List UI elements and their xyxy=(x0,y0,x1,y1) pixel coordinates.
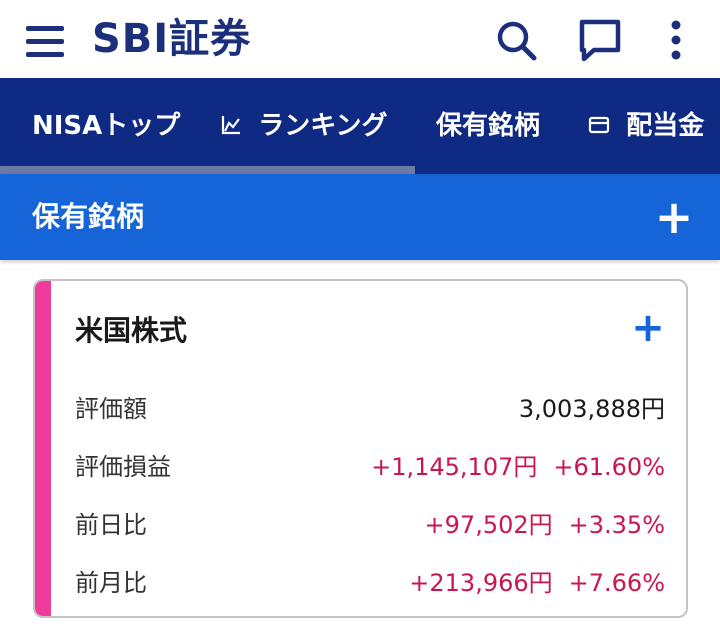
row-value: 3,003,888円 xyxy=(519,389,665,429)
card-icon xyxy=(588,111,618,141)
app-header: SBI証券 xyxy=(0,0,720,78)
row-label: 評価額 xyxy=(75,395,147,423)
row-month-change: 前月比 +213,966円 +7.66% xyxy=(75,563,665,603)
row-value: +97,502円 +3.35% xyxy=(425,505,665,545)
search-icon[interactable] xyxy=(492,16,540,64)
tab-label: NISAトップ xyxy=(32,111,181,141)
day-change-amount: +97,502円 xyxy=(424,511,553,539)
active-tab-indicator xyxy=(0,166,415,174)
card-title: 米国株式 xyxy=(75,314,188,347)
pnl-percent: +61.60% xyxy=(553,453,665,481)
row-value: +213,966円 +7.66% xyxy=(409,563,665,603)
section-header: 保有銘柄 + xyxy=(0,174,720,260)
nav-tabs: NISAトップ ランキング 保有銘柄 配当金 xyxy=(0,78,720,174)
us-stocks-card[interactable]: 米国株式 + 評価額 3,003,888円 評価損益 +1,145,107円 +6… xyxy=(33,279,688,618)
row-value: +1,145,107円 +61.60% xyxy=(371,447,665,487)
day-change-percent: +3.35% xyxy=(568,511,665,539)
tab-holdings[interactable]: 保有銘柄 xyxy=(436,78,540,174)
month-change-percent: +7.66% xyxy=(568,569,665,597)
sbi-logo[interactable]: SBI証券 xyxy=(92,12,251,66)
more-vert-icon[interactable] xyxy=(652,16,700,64)
chat-icon[interactable] xyxy=(576,16,624,64)
menu-icon-bar xyxy=(26,52,64,57)
menu-icon-bar xyxy=(26,39,64,44)
tab-label: ランキング xyxy=(258,111,388,141)
section-title: 保有銘柄 xyxy=(32,200,145,233)
expand-card-button[interactable]: + xyxy=(627,307,669,349)
row-unrealized-pnl: 評価損益 +1,145,107円 +61.60% xyxy=(75,447,665,487)
row-valuation: 評価額 3,003,888円 xyxy=(75,389,665,429)
row-label: 前日比 xyxy=(75,511,147,539)
chart-icon xyxy=(220,111,250,141)
tab-nisa-top[interactable]: NISAトップ xyxy=(32,78,180,174)
valuation-amount: 3,003,888円 xyxy=(518,395,665,423)
row-label: 評価損益 xyxy=(75,453,171,481)
menu-icon-bar xyxy=(26,26,64,31)
menu-icon[interactable] xyxy=(26,24,66,58)
add-holding-button[interactable]: + xyxy=(648,191,700,243)
month-change-amount: +213,966円 xyxy=(409,569,553,597)
tab-label: 配当金 xyxy=(626,111,705,141)
tab-label: 保有銘柄 xyxy=(436,111,541,141)
tab-ranking[interactable]: ランキング xyxy=(220,78,388,174)
card-accent-bar xyxy=(35,281,51,616)
row-day-change: 前日比 +97,502円 +3.35% xyxy=(75,505,665,545)
pnl-amount: +1,145,107円 xyxy=(371,453,538,481)
row-label: 前月比 xyxy=(75,569,147,597)
tab-dividends[interactable]: 配当金 xyxy=(588,78,704,174)
